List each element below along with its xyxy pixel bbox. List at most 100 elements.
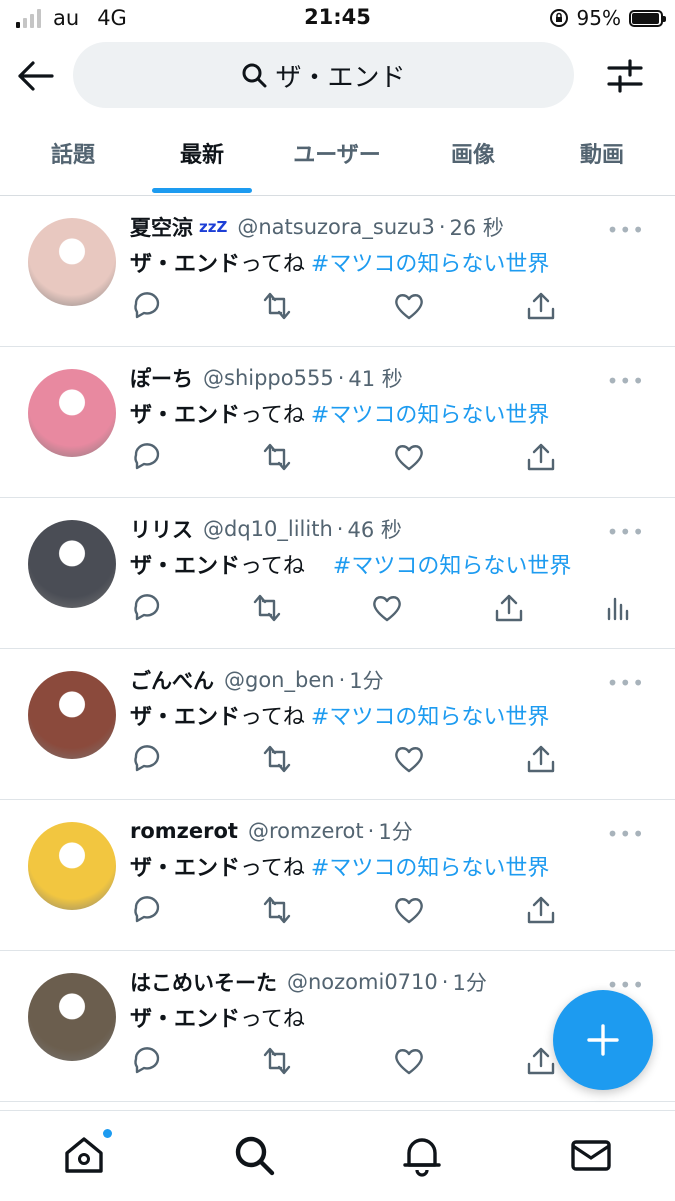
like-button[interactable] (392, 440, 426, 474)
tweet-row[interactable]: ぽーち @shippo555 · 41 秒 ••• ザ・エンドってね #マツコの知… (0, 347, 675, 498)
search-icon (242, 63, 267, 88)
avatar[interactable] (28, 369, 116, 457)
retweet-icon (263, 292, 291, 320)
separator-dot: · (337, 366, 345, 390)
retweet-button[interactable] (260, 289, 294, 323)
share-button[interactable] (524, 289, 558, 323)
tweet-row[interactable]: リリス @dq10_lilith · 46 秒 ••• ザ・エンドってね #マツ… (0, 498, 675, 649)
display-name[interactable]: はこめいそーた (130, 967, 277, 997)
reply-icon (134, 443, 160, 470)
more-options-button[interactable]: ••• (607, 671, 645, 695)
separator-dot: · (338, 668, 346, 692)
back-button[interactable] (16, 58, 56, 94)
share-icon (527, 745, 555, 773)
tweet-text-plain: ってね (240, 705, 305, 730)
more-options-button[interactable]: ••• (607, 369, 645, 393)
reply-button[interactable] (130, 591, 164, 625)
search-input[interactable]: ザ・エンド (73, 42, 574, 108)
tweet-header: はこめいそーた @nozomi0710 · 1分 (130, 967, 487, 997)
reply-button[interactable] (130, 289, 164, 323)
avatar[interactable] (28, 973, 116, 1061)
reply-icon (134, 1047, 160, 1074)
retweet-button[interactable] (260, 1044, 294, 1078)
tweet-actions (130, 289, 650, 325)
bottom-nav (0, 1110, 675, 1201)
like-button[interactable] (392, 289, 426, 323)
reply-button[interactable] (130, 893, 164, 927)
more-options-button[interactable]: ••• (607, 822, 645, 846)
display-name[interactable]: 夏空涼 (130, 212, 193, 242)
reply-button[interactable] (130, 440, 164, 474)
display-name[interactable]: リリス (130, 514, 193, 544)
retweet-icon (263, 896, 291, 924)
more-options-button[interactable]: ••• (607, 218, 645, 242)
reply-icon (134, 292, 160, 319)
status-right: 95% (549, 6, 666, 30)
retweet-button[interactable] (260, 440, 294, 474)
retweet-button[interactable] (260, 742, 294, 776)
share-button[interactable] (492, 591, 526, 625)
separator-dot: · (336, 517, 344, 541)
reply-icon (134, 594, 160, 621)
tweet-header: romzerot @romzerot · 1分 (130, 816, 413, 846)
tab-images[interactable]: 画像 (434, 137, 512, 169)
tweet-header: リリス @dq10_lilith · 46 秒 (130, 514, 402, 544)
more-options-button[interactable]: ••• (607, 520, 645, 544)
retweet-button[interactable] (260, 893, 294, 927)
home-icon (65, 1137, 103, 1173)
avatar[interactable] (28, 218, 116, 306)
tweet-time: 46 秒 (347, 518, 402, 542)
display-name[interactable]: ごんべん (130, 665, 214, 695)
user-handle: @shippo555 (203, 366, 334, 390)
reply-button[interactable] (130, 742, 164, 776)
tab-videos[interactable]: 動画 (563, 137, 641, 169)
retweet-icon (263, 745, 291, 773)
tweet-text-plain: ってね (240, 856, 305, 881)
hashtag-link[interactable]: #マツコの知らない世界 (311, 252, 549, 277)
like-button[interactable] (392, 1044, 426, 1078)
tweet-time: 26 秒 (449, 216, 504, 240)
avatar[interactable] (28, 520, 116, 608)
retweet-icon (253, 594, 281, 622)
tweet-time: 1分 (452, 971, 487, 995)
nav-search[interactable] (232, 1133, 276, 1177)
nav-messages[interactable] (569, 1133, 613, 1177)
like-button[interactable] (370, 591, 404, 625)
analytics-button[interactable] (602, 591, 636, 625)
share-button[interactable] (524, 742, 558, 776)
tweet-row[interactable]: romzerot @romzerot · 1分 ••• ザ・エンドってね #マツコ… (0, 800, 675, 951)
compose-button[interactable] (553, 990, 653, 1090)
hashtag-link[interactable]: #マツコの知らない世界 (311, 403, 549, 428)
tweet-row[interactable]: 夏空涼 zzZ @natsuzora_suzu3 · 26 秒 ••• ザ・エンド… (0, 196, 675, 347)
separator-dot: · (441, 970, 449, 994)
tab-trending[interactable]: 話題 (34, 137, 112, 169)
share-button[interactable] (524, 893, 558, 927)
tweet-text-plain: ってね (240, 554, 327, 579)
tab-latest[interactable]: 最新 (162, 137, 242, 169)
hashtag-link[interactable]: #マツコの知らない世界 (311, 705, 549, 730)
retweet-button[interactable] (250, 591, 284, 625)
display-name[interactable]: ぽーち (130, 363, 193, 393)
tab-users[interactable]: ユーザー (282, 137, 392, 169)
hashtag-link[interactable]: #マツコの知らない世界 (333, 554, 571, 579)
like-button[interactable] (392, 742, 426, 776)
share-button[interactable] (524, 440, 558, 474)
filter-button[interactable] (605, 56, 645, 96)
nav-notifications[interactable] (400, 1133, 444, 1177)
avatar[interactable] (28, 822, 116, 910)
reply-button[interactable] (130, 1044, 164, 1078)
nav-home[interactable] (62, 1129, 112, 1177)
tweet-header: ぽーち @shippo555 · 41 秒 (130, 363, 403, 393)
analytics-icon (607, 597, 629, 621)
share-icon (527, 443, 555, 471)
tweet-row[interactable]: ごんべん @gon_ben · 1分 ••• ザ・エンドってね #マツコの知らない… (0, 649, 675, 800)
hashtag-link[interactable]: #マツコの知らない世界 (311, 856, 549, 881)
display-name[interactable]: romzerot (130, 819, 238, 843)
search-header: ザ・エンド (0, 40, 675, 110)
tweet-actions (130, 742, 650, 778)
avatar[interactable] (28, 671, 116, 759)
orientation-lock-icon (549, 9, 568, 27)
like-button[interactable] (392, 893, 426, 927)
like-icon (395, 898, 423, 924)
search-query: ザ・エンド (275, 62, 406, 93)
